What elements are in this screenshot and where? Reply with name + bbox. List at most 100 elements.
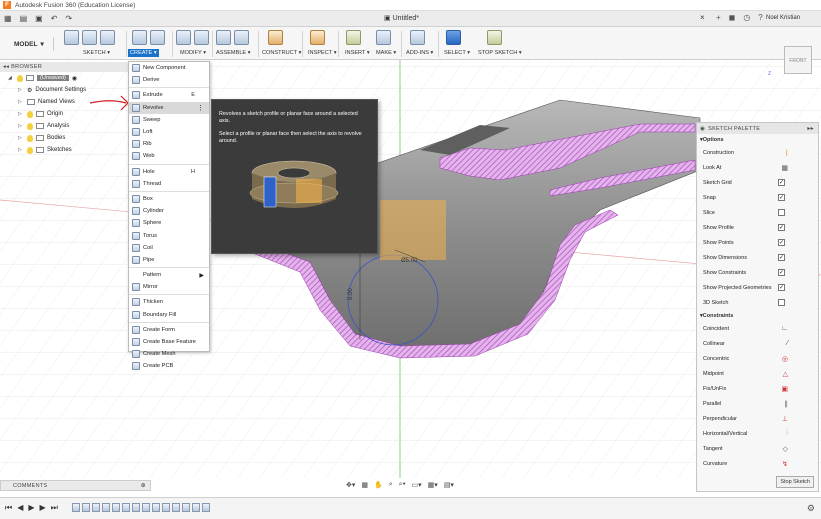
timeline-feature[interactable] <box>172 503 180 512</box>
file-icon[interactable]: ▤ <box>20 14 28 23</box>
option-3d-sketch[interactable]: 3D Sketch <box>697 295 818 310</box>
browser-item-origin[interactable]: ▷ Origin <box>0 108 128 120</box>
timeline-feature[interactable] <box>102 503 110 512</box>
constraint-horizontal-vertical[interactable]: Horizontal/Vertical ⫶ <box>697 426 818 441</box>
3d-print-icon[interactable] <box>376 30 391 45</box>
expand-icon[interactable]: ▷ <box>18 111 24 117</box>
option-show-projected-geometries[interactable]: Show Projected Geometries ✓ <box>697 280 818 295</box>
browser-root[interactable]: ◢ (Unsaved) ◉ <box>0 72 128 84</box>
menu-item-revolve[interactable]: Revolve ⋮ <box>129 101 209 114</box>
checkbox-unchecked[interactable] <box>778 209 785 216</box>
browser-item-bodies[interactable]: ▷ Bodies <box>0 132 128 144</box>
stop-sketch-button[interactable]: Stop Sketch <box>776 476 814 488</box>
workspace-switcher[interactable]: MODEL ▾ <box>14 37 54 51</box>
extrude-icon[interactable] <box>132 30 147 45</box>
constraint-concentric[interactable]: Concentric ◎ <box>697 351 818 366</box>
checkbox-checked[interactable]: ✓ <box>778 254 785 261</box>
menu-item-web[interactable]: Web <box>129 150 209 162</box>
grid-menu-icon[interactable]: ▦ <box>4 14 12 23</box>
menu-item-loft[interactable]: Loft <box>129 126 209 138</box>
scripts-icon[interactable] <box>410 30 425 45</box>
lightbulb-icon[interactable] <box>27 134 33 142</box>
go-to-start-icon[interactable]: ⏮ <box>5 503 12 513</box>
expand-icon[interactable]: ▷ <box>18 147 24 153</box>
go-to-end-icon[interactable]: ⏭ <box>51 503 58 513</box>
browser-item-sketches[interactable]: ▷ Sketches <box>0 144 128 156</box>
step-back-icon[interactable]: ◀ <box>17 503 23 513</box>
option-construction[interactable]: Construction ⟨ <box>697 145 818 160</box>
checkbox-checked[interactable]: ✓ <box>778 284 785 291</box>
collapse-icon[interactable]: ◂◂ <box>3 64 11 70</box>
timeline-settings-gear-icon[interactable]: ⚙ <box>807 503 815 514</box>
option-sketch-grid[interactable]: Sketch Grid ✓ <box>697 175 818 190</box>
activate-radio-icon[interactable]: ◉ <box>72 75 77 82</box>
menu-item-sweep[interactable]: Sweep <box>129 114 209 126</box>
expand-icon[interactable]: ▷ <box>18 99 24 105</box>
insert-menu-label[interactable]: INSERT <box>345 50 365 56</box>
tangent-icon[interactable]: ◇ <box>783 445 788 453</box>
sketch-menu-label[interactable]: SKETCH <box>83 50 106 56</box>
constraints-section-header[interactable]: ▾ Constraints <box>697 310 818 321</box>
collinear-icon[interactable]: ⁄ <box>787 340 788 347</box>
assemble-menu-label[interactable]: ASSEMBLE <box>216 50 246 56</box>
midpoint-icon[interactable]: △ <box>783 370 788 378</box>
zoom-icon[interactable]: ⌕ <box>389 481 393 489</box>
constraint-collinear[interactable]: Collinear ⁄ <box>697 336 818 351</box>
menu-item-mirror[interactable]: Mirror <box>129 281 209 293</box>
new-component-icon[interactable] <box>216 30 231 45</box>
look-at-icon[interactable]: ▦ <box>781 164 788 172</box>
constraint-parallel[interactable]: Parallel ∥ <box>697 396 818 411</box>
timeline-feature[interactable] <box>152 503 160 512</box>
constraint-midpoint[interactable]: Midpoint △ <box>697 366 818 381</box>
menu-item-torus[interactable]: Torus <box>129 229 209 241</box>
timeline-feature[interactable] <box>182 503 190 512</box>
timeline-feature[interactable] <box>72 503 80 512</box>
option-show-constraints[interactable]: Show Constraints ✓ <box>697 265 818 280</box>
press-pull-icon[interactable] <box>176 30 191 45</box>
play-icon[interactable]: ▶ <box>28 503 34 513</box>
make-menu-label[interactable]: MAKE <box>376 50 392 56</box>
finish-sketch-icon[interactable] <box>487 30 502 45</box>
collapse-icon[interactable]: ◉ <box>700 126 705 132</box>
checkbox-checked[interactable]: ✓ <box>778 269 785 276</box>
menu-item-coil[interactable]: Coil <box>129 242 209 254</box>
diameter-dimension[interactable]: Ø5.00 <box>401 258 418 264</box>
browser-item-analysis[interactable]: ▷ Analysis <box>0 120 128 132</box>
create-sketch-icon[interactable] <box>64 30 79 45</box>
line-icon[interactable] <box>82 30 97 45</box>
expand-icon[interactable]: ▷ <box>18 135 24 141</box>
undo-icon[interactable]: ↶ <box>51 14 58 23</box>
comments-panel[interactable]: COMMENTS ⊕ <box>0 480 151 491</box>
inspect-menu-label[interactable]: INSPECT <box>308 50 332 56</box>
help-icon[interactable]: ? <box>758 13 762 22</box>
add-comment-icon[interactable]: ⊕ <box>141 482 146 489</box>
notifications-icon[interactable]: ◷ <box>743 13 750 22</box>
expand-icon[interactable]: ◢ <box>8 75 14 81</box>
perpendicular-icon[interactable]: ⊥ <box>782 415 788 423</box>
select-menu-label[interactable]: SELECT <box>444 50 466 56</box>
menu-item-create-form[interactable]: Create Form <box>129 324 209 336</box>
constraint-tangent[interactable]: Tangent ◇ <box>697 441 818 456</box>
close-tab-icon[interactable]: × <box>700 13 705 22</box>
document-tab[interactable]: ▣ Untitled* <box>384 14 419 22</box>
timeline-feature[interactable] <box>202 503 210 512</box>
browser-item-document-settings[interactable]: ▷ ⚙ Document Settings <box>0 84 128 96</box>
timeline-feature[interactable] <box>82 503 90 512</box>
add-ins-menu-label[interactable]: ADD-INS <box>406 50 429 56</box>
coincident-icon[interactable]: ∟ <box>781 325 788 332</box>
concentric-icon[interactable]: ◎ <box>782 355 788 363</box>
viewports-icon[interactable]: ▤▾ <box>444 481 454 489</box>
look-at-icon[interactable]: ▦ <box>361 481 368 489</box>
sketch-profile[interactable] <box>380 200 446 260</box>
form-icon[interactable] <box>150 30 165 45</box>
menu-item-derive[interactable]: Derive <box>129 74 209 86</box>
checkbox-unchecked[interactable] <box>778 299 785 306</box>
option-look-at[interactable]: Look At ▦ <box>697 160 818 175</box>
menu-item-pattern[interactable]: Pattern ▶ <box>129 269 209 281</box>
timeline-feature[interactable] <box>142 503 150 512</box>
parallel-icon[interactable]: ∥ <box>785 400 789 408</box>
stop-sketch-menu-label[interactable]: STOP SKETCH <box>478 50 517 56</box>
fillet-icon[interactable] <box>194 30 209 45</box>
menu-item-extrude[interactable]: Extrude E <box>129 89 209 101</box>
timeline-feature[interactable] <box>192 503 200 512</box>
